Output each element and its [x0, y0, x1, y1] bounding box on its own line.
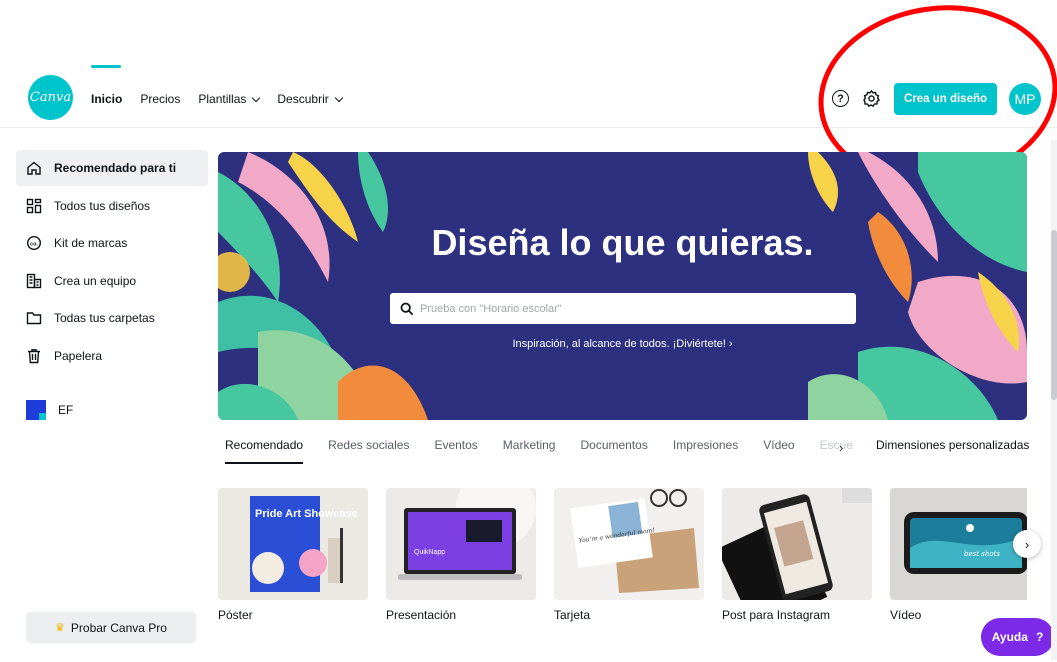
tropical-leaves-illustration [218, 152, 1027, 420]
team-avatar [26, 399, 46, 420]
nav-plantillas-label: Plantillas [198, 92, 247, 106]
grid-icon [26, 198, 42, 213]
sidebar-item-todos-disenos[interactable]: Todos tus diseños [16, 188, 208, 224]
poster-mockup: Pride Art Showcase [250, 496, 358, 592]
nav-precios-label: Precios [140, 92, 181, 106]
try-pro-button[interactable]: ♛ Probar Canva Pro [26, 612, 196, 643]
tabs-next-arrow[interactable]: › [839, 440, 843, 455]
sidebar-item-kit-marcas[interactable]: co. Kit de marcas [16, 225, 208, 261]
sidebar-item-label: Recomendado para ti [54, 161, 177, 175]
top-bar: Canva Inicio Precios Plantillas Descubri… [0, 65, 1057, 128]
brand-kit-icon: co. [26, 235, 42, 251]
sidebar-item-carpetas[interactable]: Todas tus carpetas [16, 300, 208, 336]
main-nav: Inicio Precios Plantillas Descubrir [91, 65, 360, 128]
crown-icon: ♛ [55, 622, 65, 634]
hero-subtitle-link[interactable]: Inspiración, al alcance de todos. ¡Divié… [218, 338, 1027, 350]
sidebar-item-papelera[interactable]: Papelera [16, 338, 208, 374]
tab-eventos[interactable]: Eventos [434, 438, 477, 470]
phone-mockup [722, 488, 872, 600]
template-thumb-poster[interactable]: Pride Art Showcase [218, 488, 368, 600]
sidebar: Recomendado para ti Todos tus diseños co… [16, 150, 208, 429]
nav-inicio-label: Inicio [91, 92, 123, 106]
search-icon [400, 302, 414, 315]
template-thumb-video[interactable]: best shots [890, 488, 1027, 600]
page-scrollbar[interactable] [1051, 140, 1057, 660]
tab-documentos[interactable]: Documentos [580, 438, 647, 470]
video-phone-mockup: best shots [904, 512, 1027, 574]
canva-logo[interactable]: Canva [28, 75, 73, 120]
chevron-down-icon [334, 93, 343, 102]
presentation-thumb-text: QuikNapp [414, 549, 445, 556]
sidebar-item-label: Papelera [54, 348, 103, 363]
category-tabs: Recomendado Redes sociales Eventos Marke… [225, 438, 863, 470]
template-label-video[interactable]: Vídeo [890, 608, 921, 622]
tab-impresiones[interactable]: Impresiones [673, 438, 738, 470]
sidebar-item-label: Crea un equipo [54, 273, 137, 288]
help-button-label: Ayuda [991, 630, 1028, 644]
search-input[interactable] [420, 302, 840, 315]
nav-inicio[interactable]: Inicio [91, 65, 123, 106]
template-label-card[interactable]: Tarjeta [554, 608, 590, 622]
chevron-down-icon [252, 93, 261, 102]
nav-plantillas[interactable]: Plantillas [198, 92, 261, 106]
nav-descubrir-label: Descubrir [277, 92, 329, 106]
laptop-mockup: QuikNapp [398, 488, 536, 580]
create-design-button[interactable]: Crea un diseño [894, 83, 997, 115]
sidebar-item-team[interactable]: EF [16, 392, 208, 428]
card-mockup: You're a wonderful mom! [570, 489, 699, 593]
template-carousel: Pride Art Showcase QuikNapp You're a won… [218, 488, 1027, 628]
home-icon [27, 161, 41, 175]
sidebar-item-label: Todas tus carpetas [54, 311, 155, 325]
tab-escuela[interactable]: Escue [820, 438, 853, 470]
template-thumb-instagram[interactable] [722, 488, 872, 600]
trash-icon [28, 348, 40, 363]
template-label-presentation[interactable]: Presentación [386, 608, 456, 622]
tab-recomendado[interactable]: Recomendado [225, 438, 304, 470]
sidebar-item-crea-equipo[interactable]: Crea un equipo [16, 263, 208, 299]
try-pro-label: Probar Canva Pro [70, 620, 167, 635]
question-icon: ? [1035, 630, 1044, 644]
avatar[interactable]: MP [1009, 83, 1041, 115]
tab-marketing[interactable]: Marketing [503, 438, 556, 470]
help-button[interactable]: Ayuda ? [981, 618, 1054, 656]
folder-icon [26, 312, 42, 325]
video-thumb-text: best shots [964, 550, 1000, 558]
nav-precios[interactable]: Precios [140, 92, 180, 106]
tab-redes-sociales[interactable]: Redes sociales [328, 438, 409, 470]
gear-icon[interactable] [862, 89, 881, 108]
nav-descubrir[interactable]: Descubrir [277, 92, 343, 106]
svg-text:co.: co. [30, 241, 38, 247]
hero-title: Diseña lo que quieras. [431, 222, 814, 263]
search-bar[interactable] [390, 293, 856, 324]
hero-banner: Diseña lo que quieras. Inspiración, al a… [218, 152, 1027, 420]
sidebar-item-label: Todos tus diseños [54, 198, 151, 213]
scrollbar-thumb[interactable] [1051, 230, 1057, 400]
template-label-instagram[interactable]: Post para Instagram [722, 608, 830, 622]
sidebar-item-recomendado[interactable]: Recomendado para ti [16, 150, 208, 186]
tab-video[interactable]: Vídeo [763, 438, 794, 470]
sidebar-item-label: Kit de marcas [54, 236, 128, 250]
help-icon[interactable]: ? [832, 90, 849, 107]
team-building-icon [26, 273, 42, 288]
poster-thumb-text: Pride Art Showcase [255, 508, 358, 520]
custom-dimensions-link[interactable]: Dimensiones personalizadas [876, 438, 1029, 452]
template-label-poster[interactable]: Póster [218, 608, 253, 622]
template-thumb-card[interactable]: You're a wonderful mom! [554, 488, 704, 600]
carousel-next-button[interactable]: › [1013, 530, 1041, 558]
team-label: EF [58, 402, 74, 417]
template-thumb-presentation[interactable]: QuikNapp [386, 488, 536, 600]
